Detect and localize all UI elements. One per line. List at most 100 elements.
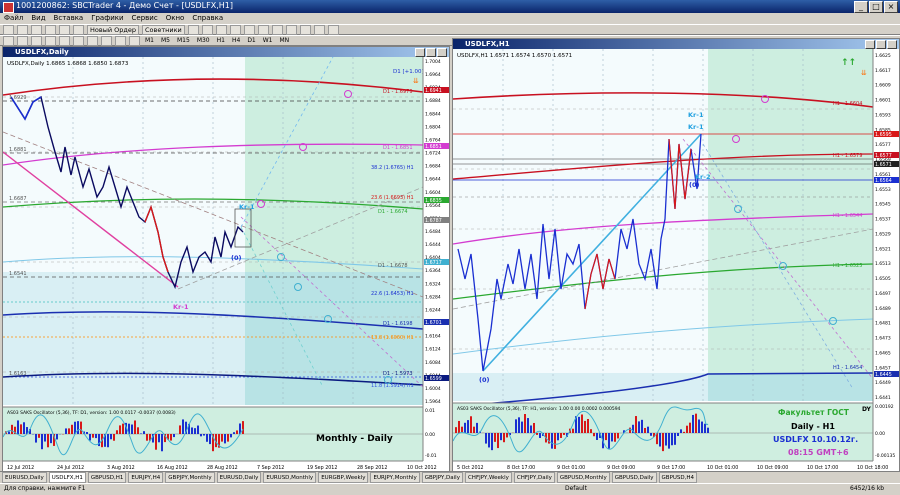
- vertical-line-icon[interactable]: [31, 36, 42, 46]
- line-label: 38.2 (1.6765) H1: [371, 165, 414, 171]
- oscillator-bar: [494, 433, 496, 442]
- zoom-in-icon[interactable]: [230, 25, 241, 35]
- window-close-icon[interactable]: [887, 40, 897, 49]
- chart-window-daily[interactable]: USDLFX,Daily: [2, 46, 450, 472]
- tab-chart[interactable]: EURUSD,Daily: [2, 472, 47, 483]
- tf-h4[interactable]: H4: [230, 37, 242, 45]
- tf-d1[interactable]: D1: [245, 37, 257, 45]
- tab-chart[interactable]: CHFJPY,Daily: [514, 472, 555, 483]
- chart-shift-icon[interactable]: [286, 25, 297, 35]
- window-minimize-icon[interactable]: [415, 48, 425, 57]
- price-tag: 1.6941: [425, 88, 442, 94]
- horizontal-line-icon[interactable]: [45, 36, 56, 46]
- oscillator-bar: [698, 420, 700, 433]
- tf-m30[interactable]: M30: [195, 37, 212, 45]
- daily-chart-canvas[interactable]: Kr-1 Kr-1 (0) USDLFX,Daily 1.6865 1.6868…: [3, 57, 449, 471]
- tab-chart[interactable]: EURUSD,Daily: [217, 472, 262, 483]
- oscillator-bar: [701, 422, 703, 433]
- window-minimize-icon[interactable]: [865, 40, 875, 49]
- tab-chart[interactable]: GBPJPY,Monthly: [165, 472, 214, 483]
- tf-m5[interactable]: M5: [159, 37, 172, 45]
- oscillator-bar: [191, 427, 193, 434]
- periods-icon[interactable]: [314, 25, 325, 35]
- window-maximize-icon[interactable]: [876, 40, 886, 49]
- oscillator-bar: [206, 434, 208, 442]
- data-window-icon[interactable]: [45, 25, 56, 35]
- kr1-label-b: Kr-1: [173, 303, 189, 311]
- channel-icon[interactable]: [73, 36, 84, 46]
- line-label: H1 - 1.6454: [833, 365, 862, 371]
- y-axis-tick: 1.6473: [875, 336, 891, 342]
- new-chart-icon[interactable]: [3, 25, 14, 35]
- window-close-icon[interactable]: [437, 48, 447, 57]
- tab-chart[interactable]: EURUSD,Monthly: [263, 472, 316, 483]
- trendline-icon[interactable]: [59, 36, 70, 46]
- advisors-button[interactable]: Советники: [142, 25, 185, 35]
- menu-help[interactable]: Справка: [192, 13, 223, 24]
- y-axis-tick: 1.6609: [875, 83, 891, 89]
- tab-chart[interactable]: GBPUSD,Daily: [612, 472, 657, 483]
- menu-charts[interactable]: Графики: [91, 13, 123, 24]
- tf-m1[interactable]: M1: [143, 37, 156, 45]
- oscillator-bar: [95, 434, 97, 438]
- new-order-button[interactable]: Новый Ордер: [87, 25, 139, 35]
- close-button[interactable]: ×: [884, 1, 898, 13]
- terminal-icon[interactable]: [73, 25, 84, 35]
- y-axis-tick: 1.6553: [875, 187, 891, 193]
- navigator-icon[interactable]: [59, 25, 70, 35]
- line-chart-icon[interactable]: [216, 25, 227, 35]
- oscillator-bar: [659, 433, 661, 447]
- zoom-out-icon[interactable]: [244, 25, 255, 35]
- chart-window-h1[interactable]: USDLFX,H1: [452, 38, 900, 472]
- templates-icon[interactable]: [328, 25, 339, 35]
- oscillator-bar: [674, 433, 676, 445]
- oscillator-bar: [524, 414, 526, 433]
- h1-chart-canvas[interactable]: Kr-1 Kr-1 Kr-2 (0) (0) USDLFX,H1 1.6571 …: [453, 49, 899, 471]
- tab-chart[interactable]: GBPUSD,H1: [88, 472, 127, 483]
- menu-file[interactable]: Файл: [4, 13, 23, 24]
- oscillator-bar: [572, 429, 574, 433]
- y-axis-tick: 1.6625: [875, 53, 891, 59]
- oscillator-bar: [197, 426, 199, 434]
- oscillator-bar: [665, 433, 667, 446]
- tf-mn[interactable]: MN: [278, 37, 292, 45]
- bar-chart-icon[interactable]: [188, 25, 199, 35]
- tf-m15[interactable]: M15: [175, 37, 192, 45]
- tab-chart[interactable]: GBPJPY,Daily: [422, 472, 463, 483]
- oscillator-bar: [143, 431, 145, 434]
- tab-chart[interactable]: EURJPY,Monthly: [370, 472, 419, 483]
- oscillator-label: AS03 SAKS Oscillator (5,36), TF: D1, ver…: [7, 410, 176, 416]
- menu-insert[interactable]: Вставка: [54, 13, 84, 24]
- minimize-button[interactable]: _: [854, 1, 868, 13]
- indicators-icon[interactable]: [300, 25, 311, 35]
- autoscroll-icon[interactable]: [272, 25, 283, 35]
- tf-h1[interactable]: H1: [215, 37, 227, 45]
- tf-w1[interactable]: W1: [261, 37, 275, 45]
- maximize-button[interactable]: □: [869, 1, 883, 13]
- candle-chart-icon[interactable]: [202, 25, 213, 35]
- market-watch-icon[interactable]: [31, 25, 42, 35]
- app-icon: [3, 2, 14, 13]
- tab-chart[interactable]: EURGBP,Weekly: [318, 472, 368, 483]
- crosshair-icon[interactable]: [17, 36, 28, 46]
- tab-chart[interactable]: GBPUSD,H4: [659, 472, 698, 483]
- label-icon[interactable]: [115, 36, 126, 46]
- tile-windows-icon[interactable]: [258, 25, 269, 35]
- menu-tools[interactable]: Сервис: [132, 13, 158, 24]
- tab-chart[interactable]: CHFJPY,Weekly: [465, 472, 512, 483]
- tab-chart[interactable]: GBPUSD,Monthly: [557, 472, 610, 483]
- profiles-icon[interactable]: [17, 25, 28, 35]
- tab-chart[interactable]: EURJPY,H4: [128, 472, 163, 483]
- price-tag: 1.6701: [425, 320, 442, 326]
- window-maximize-icon[interactable]: [426, 48, 436, 57]
- arrows-icon[interactable]: [129, 36, 140, 46]
- cursor-icon[interactable]: [3, 36, 14, 46]
- menu-view[interactable]: Вид: [31, 13, 45, 24]
- oscillator-bar: [80, 422, 82, 434]
- text-icon[interactable]: [101, 36, 112, 46]
- fibo-icon[interactable]: [87, 36, 98, 46]
- y-axis-tick: 1.6577: [875, 142, 891, 148]
- osc-tick: -0.01: [425, 453, 437, 459]
- tab-chart-active[interactable]: USDLFX,H1: [49, 472, 86, 483]
- menu-window[interactable]: Окно: [166, 13, 185, 24]
